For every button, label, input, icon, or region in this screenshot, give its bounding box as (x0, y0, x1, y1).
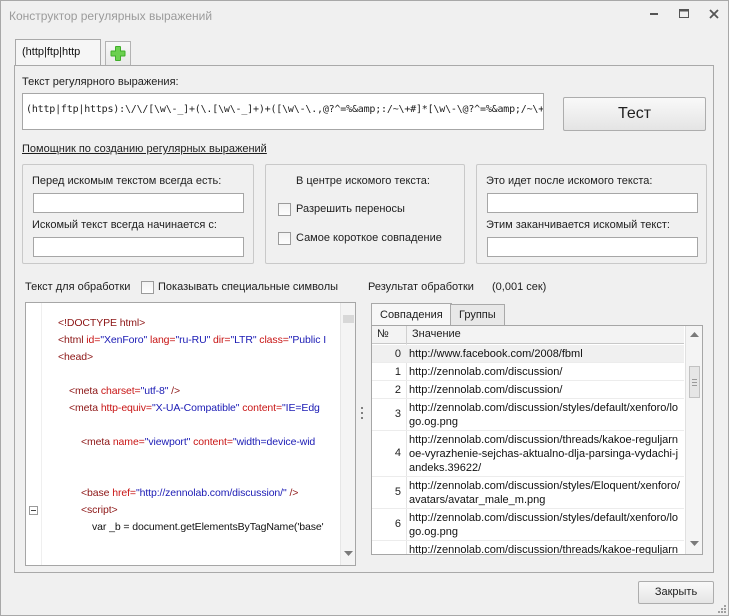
matches-grid[interactable]: № Значение 0 http://www.facebook.com/200… (371, 325, 703, 555)
grid-scrollbar[interactable] (685, 326, 702, 554)
splitter-handle[interactable] (361, 407, 364, 423)
tab-matches[interactable]: Совпадения (371, 303, 452, 325)
after-label: Это идет после искомого текста: (486, 175, 653, 187)
code-line: <head> (58, 351, 94, 363)
tab-expression-1[interactable]: (http|ftp|http (15, 39, 101, 67)
before-group: Перед искомым текстом всегда есть: Иском… (22, 164, 254, 264)
close-button[interactable]: Закрыть (638, 581, 714, 604)
after-group: Это идет после искомого текста: Этим зак… (476, 164, 707, 264)
source-label: Текст для обработки (25, 281, 131, 293)
scroll-down-icon[interactable] (690, 541, 699, 547)
code-line: <meta charset="utf-8" /> (69, 385, 181, 397)
table-row[interactable]: 2 http://zennolab.com/discussion/ (372, 381, 684, 399)
shortest-match-checkbox[interactable] (278, 232, 291, 245)
show-special-label: Показывать специальные символы (158, 281, 339, 293)
allow-breaks-label: Разрешить переносы (296, 203, 405, 215)
scroll-up-icon[interactable] (690, 332, 699, 338)
shortest-match-label: Самое короткое совпадение (296, 232, 442, 244)
scroll-down-icon[interactable] (344, 551, 353, 557)
editor-scrollbar[interactable] (340, 303, 355, 565)
code-line: <meta http-equiv="X-UA-Compatible" conte… (69, 402, 320, 414)
code-line: <script> (81, 504, 118, 516)
ends-with-input[interactable] (487, 237, 698, 257)
plus-icon (110, 46, 126, 61)
close-icon[interactable] (706, 8, 722, 20)
code-line: <html id="XenForo" lang="ru-RU" dir="LTR… (58, 334, 327, 346)
tab-groups[interactable]: Группы (450, 304, 505, 325)
col-number-header[interactable]: № (377, 328, 389, 340)
table-row[interactable]: 5 http://zennolab.com/discussion/styles/… (372, 477, 684, 509)
regex-builder-window: Конструктор регулярных выражений (http|f… (0, 0, 729, 616)
regex-label: Текст регулярного выражения: (22, 76, 179, 88)
minimize-icon[interactable] (646, 8, 662, 20)
table-row[interactable]: 4 http://zennolab.com/discussion/threads… (372, 431, 684, 477)
table-row[interactable]: 0 http://www.facebook.com/2008/fbml (372, 345, 684, 363)
show-special-checkbox[interactable] (141, 281, 154, 294)
title-bar: Конструктор регулярных выражений (1, 1, 728, 31)
table-row[interactable]: 3 http://zennolab.com/discussion/styles/… (372, 399, 684, 431)
allow-breaks-checkbox[interactable] (278, 203, 291, 216)
after-input[interactable] (487, 193, 698, 213)
starts-with-input[interactable] (33, 237, 244, 257)
test-button[interactable]: Тест (563, 97, 706, 131)
add-tab-button[interactable] (105, 41, 131, 65)
editor-lines: <!DOCTYPE html> <html id="XenForo" lang=… (26, 303, 355, 565)
grid-header: № Значение (372, 326, 684, 344)
ends-with-label: Этим заканчивается искомый текст: (486, 219, 670, 231)
result-time: (0,001 сек) (492, 281, 547, 293)
editor-scroll-thumb[interactable] (343, 315, 354, 323)
tab-panel: Текст регулярного выражения: (http|ftp|h… (14, 65, 714, 573)
result-label: Результат обработки (368, 281, 474, 293)
window-title: Конструктор регулярных выражений (9, 9, 213, 23)
code-line: <!DOCTYPE html> (58, 317, 146, 329)
table-row[interactable]: 7 http://zennolab.com/discussion/threads… (372, 541, 684, 554)
before-label: Перед искомым текстом всегда есть: (32, 175, 222, 187)
tab-label: (http|ftp|http (22, 46, 81, 58)
source-text-editor[interactable]: <!DOCTYPE html> <html id="XenForo" lang=… (25, 302, 356, 566)
table-row[interactable]: 6 http://zennolab.com/discussion/styles/… (372, 509, 684, 541)
grid-scroll-thumb[interactable] (689, 366, 700, 398)
helper-link[interactable]: Помощник по созданию регулярных выражени… (22, 143, 267, 155)
resize-grip-icon[interactable] (717, 604, 727, 614)
code-line: <meta name="viewport" content="width=dev… (81, 436, 316, 448)
col-value-header[interactable]: Значение (412, 328, 461, 340)
table-row[interactable]: 1 http://zennolab.com/discussion/ (372, 363, 684, 381)
maximize-icon[interactable] (676, 8, 692, 20)
starts-with-label: Искомый текст всегда начинается с: (32, 219, 217, 231)
regex-input[interactable]: (http|ftp|https):\/\/[\w\-_]+(\.[\w\-_]+… (22, 93, 544, 130)
before-input[interactable] (33, 193, 244, 213)
center-group: В центре искомого текста: Разрешить пере… (265, 164, 465, 264)
code-line: <base href="http://zennolab.com/discussi… (81, 487, 299, 499)
center-label: В центре искомого текста: (296, 175, 430, 187)
code-line: var _b = document.getElementsByTagName('… (92, 521, 324, 533)
